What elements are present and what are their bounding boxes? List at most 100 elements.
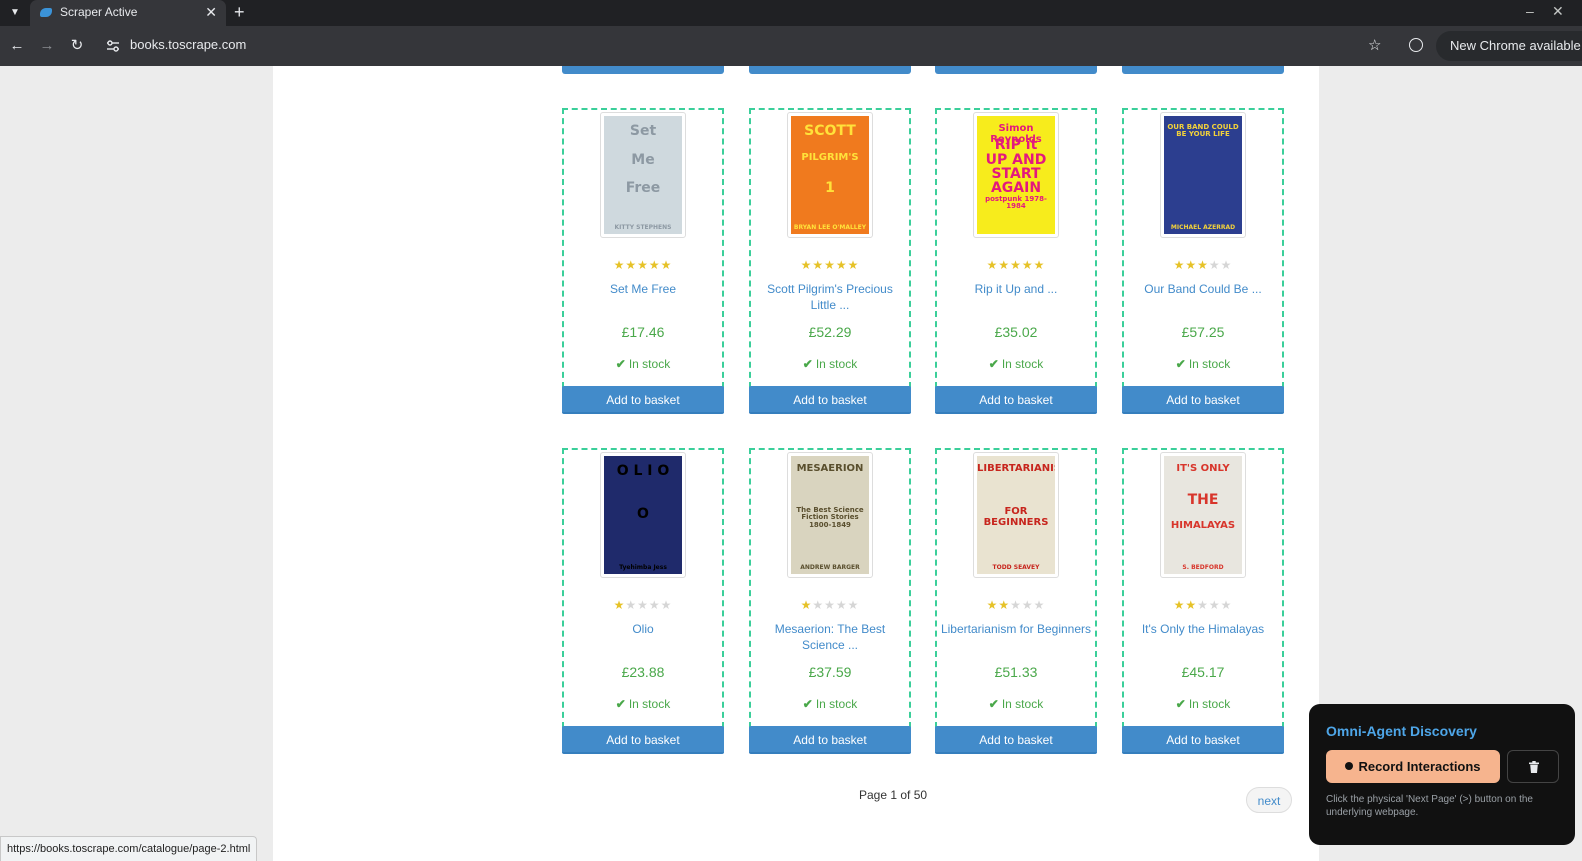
cover-text: HIMALAYAS xyxy=(1170,520,1236,532)
star-rating: ★★★★★ xyxy=(937,258,1095,272)
product-card: OUR BAND COULD BE YOUR LIFE MICHAEL AZERR… xyxy=(1122,108,1284,388)
checkmark-icon: ✔ xyxy=(615,697,626,711)
book-title-link[interactable]: Scott Pilgrim's Precious Little ... xyxy=(753,281,907,313)
availability-label: In stock xyxy=(1001,697,1044,711)
back-icon[interactable]: ← xyxy=(6,35,28,57)
availability: ✔ In stock xyxy=(937,697,1095,711)
cover-text: The Best Science Fiction Stories 1800-18… xyxy=(796,506,864,529)
star-icon: ★ xyxy=(1021,258,1034,272)
star-rating: ★★★★★ xyxy=(564,258,722,272)
new-tab-button[interactable]: + xyxy=(234,2,245,22)
book-title-link[interactable]: It's Only the Himalayas xyxy=(1126,621,1280,653)
book-cover-image[interactable]: O L I O O Tyehimba Jess xyxy=(600,452,686,578)
tab-search-chevron-icon[interactable]: ▼ xyxy=(6,5,24,21)
book-cover-image[interactable]: IT'S ONLY THE HIMALAYAS S. BEDFORD xyxy=(1160,452,1246,578)
cover-art: Set Me Free KITTY STEPHENS xyxy=(604,116,682,234)
cover-author: MICHAEL AZERRAD xyxy=(1170,223,1236,231)
checkmark-icon: ✔ xyxy=(988,357,999,371)
status-bar-url: https://books.toscrape.com/catalogue/pag… xyxy=(0,836,258,861)
minimize-icon[interactable]: – xyxy=(1526,2,1534,20)
availability-label: In stock xyxy=(1001,357,1044,371)
browser-tab[interactable]: Scraper Active ✕ xyxy=(30,0,226,26)
cover-art: LIBERTARIANISM FOR BEGINNERS TODD SEAVEY xyxy=(977,456,1055,574)
next-page-button[interactable]: next xyxy=(1246,787,1292,813)
star-rating: ★★★★★ xyxy=(1124,258,1282,272)
add-to-basket-button-stub[interactable] xyxy=(749,66,911,74)
close-window-icon[interactable]: ✕ xyxy=(1552,2,1564,20)
cover-text: Me xyxy=(631,151,655,168)
add-to-basket-button[interactable]: Add to basket xyxy=(562,386,724,414)
book-cover-image[interactable]: Set Me Free KITTY STEPHENS xyxy=(600,112,686,238)
star-rating: ★★★★★ xyxy=(751,258,909,272)
panel-hint: Click the physical 'Next Page' (>) butto… xyxy=(1326,794,1533,818)
update-chrome-button[interactable]: New Chrome available xyxy=(1436,31,1582,61)
cover-text: OUR BAND COULD BE YOUR LIFE xyxy=(1167,123,1239,139)
book-cover-image[interactable]: LIBERTARIANISM FOR BEGINNERS TODD SEAVEY xyxy=(973,452,1059,578)
panel-title: Omni-Agent Discovery xyxy=(1326,723,1477,739)
favicon-icon xyxy=(40,8,52,17)
product-card: LIBERTARIANISMFOR BEGINNERSTODD SEAVEY★★… xyxy=(935,448,1097,728)
record-interactions-button[interactable]: Record Interactions xyxy=(1326,750,1500,783)
book-title-link[interactable]: Rip it Up and ... xyxy=(939,281,1093,313)
add-to-basket-button[interactable]: Add to basket xyxy=(935,386,1097,414)
cover-text: Set xyxy=(629,123,657,139)
star-icon: ★ xyxy=(1220,598,1233,612)
star-icon: ★ xyxy=(1220,258,1233,272)
star-icon: ★ xyxy=(625,258,638,272)
star-icon: ★ xyxy=(824,598,836,612)
forward-icon[interactable]: → xyxy=(36,35,58,57)
book-price: £52.29 xyxy=(808,324,852,340)
book-cover-image[interactable]: OUR BAND COULD BE YOUR LIFE MICHAEL AZERR… xyxy=(1160,112,1246,238)
add-to-basket-button-stub[interactable] xyxy=(935,66,1097,74)
book-price: £45.17 xyxy=(1181,664,1225,680)
add-to-basket-button-stub[interactable] xyxy=(562,66,724,74)
cover-text: MESAERION xyxy=(796,463,864,474)
add-to-basket-button[interactable]: Add to basket xyxy=(749,386,911,414)
cover-text: FOR BEGINNERS xyxy=(983,506,1049,528)
cover-art: Simon Reynolds RIP it UP AND START AGAIN post… xyxy=(977,116,1055,234)
book-title-link[interactable]: Our Band Could Be ... xyxy=(1126,281,1280,313)
book-cover-image[interactable]: Simon Reynolds RIP it UP AND START AGAIN post… xyxy=(973,112,1059,238)
book-price: £35.02 xyxy=(994,324,1038,340)
cover-text: IT'S ONLY xyxy=(1176,463,1230,474)
add-to-basket-button[interactable]: Add to basket xyxy=(562,726,724,754)
availability-label: In stock xyxy=(628,697,671,711)
availability: ✔ In stock xyxy=(1124,357,1282,371)
book-title-link[interactable]: Set Me Free xyxy=(566,281,720,313)
bookmark-star-icon[interactable]: ☆ xyxy=(1368,36,1381,54)
book-cover-image[interactable]: MESAERION The Best Science Fiction Storie… xyxy=(787,452,873,578)
availability: ✔ In stock xyxy=(751,357,909,371)
book-title-link[interactable]: Mesaerion: The Best Science ... xyxy=(753,621,907,653)
star-icon: ★ xyxy=(812,598,825,612)
book-price: £23.88 xyxy=(621,664,665,680)
record-dot-icon xyxy=(1345,762,1354,770)
reload-icon[interactable]: ↻ xyxy=(66,35,88,57)
add-to-basket-button[interactable]: Add to basket xyxy=(749,726,911,754)
product-card: O L I O O Tyehimba Jess ★★★★★ Olio £23.88 ✔ In … xyxy=(562,448,724,728)
star-icon: ★ xyxy=(812,258,825,272)
star-icon: ★ xyxy=(1185,598,1198,612)
profile-icon[interactable] xyxy=(1409,38,1423,52)
cover-text: LIBERTARIANISM xyxy=(977,463,1055,474)
site-info-icon[interactable] xyxy=(106,39,120,53)
cover-author: S. BEDFORD xyxy=(1182,563,1224,571)
add-to-basket-button[interactable]: Add to basket xyxy=(1122,386,1284,414)
book-title-link[interactable]: Libertarianism for Beginners xyxy=(939,621,1093,653)
checkmark-icon: ✔ xyxy=(988,697,999,711)
add-to-basket-button-stub[interactable] xyxy=(1122,66,1284,74)
checkmark-icon: ✔ xyxy=(802,357,813,371)
book-price: £17.46 xyxy=(621,324,665,340)
delete-button[interactable] xyxy=(1507,750,1559,783)
cover-art: SCOTT PILGRIM'S 1 BRYAN LEE O'MALLEY xyxy=(791,116,869,234)
add-to-basket-button[interactable]: Add to basket xyxy=(935,726,1097,754)
tab-close-icon[interactable]: ✕ xyxy=(205,4,217,20)
cover-text: 1 xyxy=(825,180,835,197)
cover-text: Free xyxy=(625,180,661,197)
book-cover-image[interactable]: SCOTT PILGRIM'S 1 BRYAN LEE O'MALLEY xyxy=(787,112,873,238)
cover-author: TODD SEAVEY xyxy=(992,563,1040,571)
address-bar[interactable]: books.toscrape.com xyxy=(130,37,246,52)
star-icon: ★ xyxy=(613,598,626,612)
add-to-basket-button[interactable]: Add to basket xyxy=(1122,726,1284,754)
checkmark-icon: ✔ xyxy=(1175,357,1186,371)
book-title-link[interactable]: Olio xyxy=(566,621,720,653)
